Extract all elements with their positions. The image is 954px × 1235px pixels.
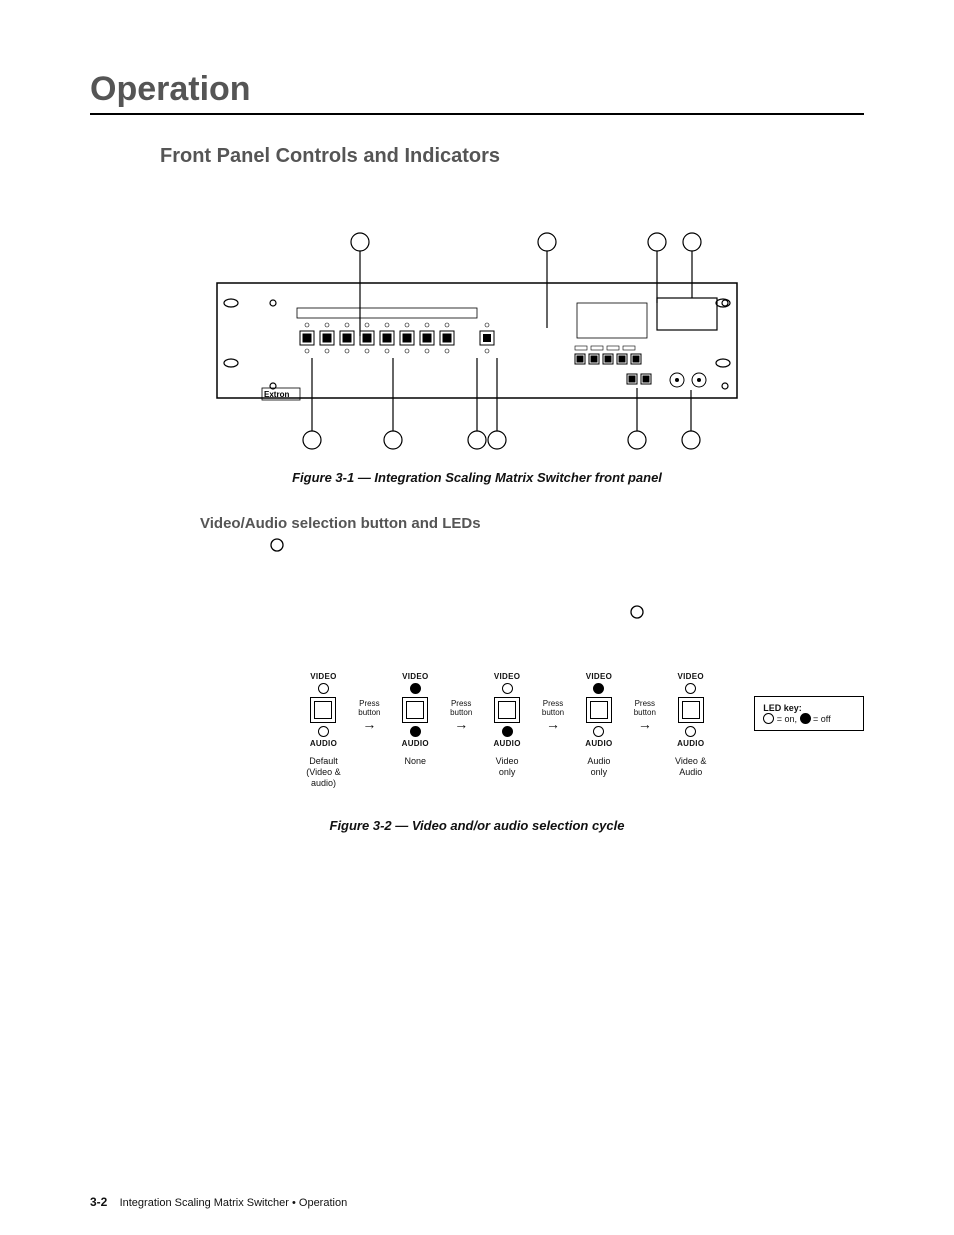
state-none: VIDEO AUDIO None [382,672,449,767]
svg-text:Extron: Extron [264,390,289,399]
callout-dot-left [270,538,864,555]
page-footer: 3-2 Integration Scaling Matrix Switcher … [90,1195,347,1209]
state-audio-only: VIDEO AUDIO Audio only [565,672,632,778]
front-panel-diagram: Extron [197,228,757,458]
state-video-audio: VIDEO AUDIO Video & Audio [657,672,724,778]
led-key-box: LED key: = on, = off [754,696,864,731]
figure-3-2-caption: Figure 3-2 — Video and/or audio selectio… [90,818,864,833]
figure-3-1: Extron [90,228,864,485]
chapter-title: Operation [90,70,864,109]
callout-dot-right [630,605,864,622]
press-arrow-3: Press button → [541,672,566,728]
press-arrow-1: Press button → [357,672,382,728]
state-default: VIDEO AUDIO Default (Video & audio) [290,672,357,788]
section-title: Front Panel Controls and Indicators [160,145,864,168]
figure-3-1-caption: Figure 3-1 — Integration Scaling Matrix … [90,470,864,485]
press-arrow-4: Press button → [632,672,657,728]
figure-3-2: VIDEO AUDIO Default (Video & audio) Pres… [290,672,864,788]
subsection-title: Video/Audio selection button and LEDs [200,515,864,532]
press-arrow-2: Press button → [449,672,474,728]
title-rule [90,113,864,115]
state-video-only: VIDEO AUDIO Video only [474,672,541,778]
